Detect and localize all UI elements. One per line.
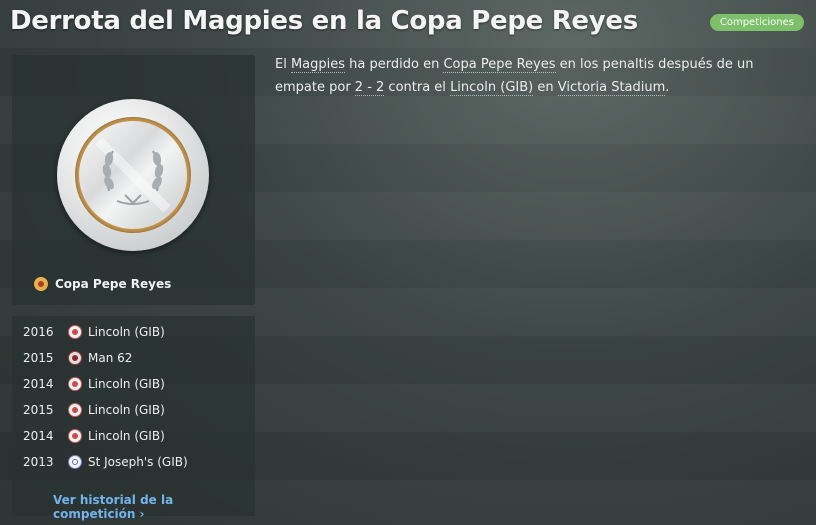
competition-label[interactable]: Copa Pepe Reyes xyxy=(34,277,171,291)
lincoln-crest-icon xyxy=(68,377,82,391)
trophy-icon xyxy=(57,99,209,251)
team-link[interactable]: Magpies xyxy=(290,57,346,73)
story-text: en xyxy=(533,80,558,95)
competition-card: Copa Pepe Reyes xyxy=(12,55,255,305)
history-team[interactable]: Lincoln (GIB) xyxy=(88,429,165,443)
category-badge[interactable]: Competiciones xyxy=(709,14,804,31)
history-link-label: Ver historial de la competición xyxy=(53,493,174,521)
history-year: 2016 xyxy=(23,325,54,339)
history-team[interactable]: Lincoln (GIB) xyxy=(88,403,165,417)
news-body: El Magpies ha perdido en Copa Pepe Reyes… xyxy=(275,53,775,99)
history-year: 2015 xyxy=(23,403,54,417)
history-row[interactable]: 2015 Lincoln (GIB) xyxy=(23,401,165,419)
opponent-link[interactable]: Lincoln (GIB) xyxy=(450,80,534,96)
view-competition-history-link[interactable]: Ver historial de la competición › xyxy=(53,493,255,521)
story-text: El xyxy=(275,57,291,72)
history-year: 2013 xyxy=(23,455,54,469)
history-team[interactable]: Man 62 xyxy=(88,351,132,365)
competition-logo-icon xyxy=(34,277,48,291)
laurel-wreath-icon xyxy=(79,121,187,229)
winners-history: 2016 Lincoln (GIB) 2015 Man 62 2014 Linc… xyxy=(12,316,255,521)
lincoln-crest-icon xyxy=(68,325,82,339)
history-team[interactable]: Lincoln (GIB) xyxy=(88,377,165,391)
story-text: . xyxy=(665,80,670,95)
history-row[interactable]: 2015 Man 62 xyxy=(23,349,132,367)
history-year: 2014 xyxy=(23,429,54,443)
competition-name: Copa Pepe Reyes xyxy=(55,277,172,291)
history-row[interactable]: 2016 Lincoln (GIB) xyxy=(23,323,165,341)
history-team[interactable]: Lincoln (GIB) xyxy=(88,325,165,339)
history-row[interactable]: 2014 Lincoln (GIB) xyxy=(23,375,165,393)
lincoln-crest-icon xyxy=(68,403,82,417)
story-text: ha perdido en xyxy=(345,57,444,72)
history-row[interactable]: 2014 Lincoln (GIB) xyxy=(23,427,165,445)
story-text: contra el xyxy=(384,80,451,95)
history-year: 2015 xyxy=(23,351,54,365)
score-link[interactable]: 2 - 2 xyxy=(354,80,385,96)
lincoln-crest-icon xyxy=(68,429,82,443)
chevron-right-icon: › xyxy=(139,507,145,521)
stadium-link[interactable]: Victoria Stadium xyxy=(557,80,666,96)
history-row[interactable]: 2013 St Joseph's (GIB) xyxy=(23,453,188,471)
man62-crest-icon xyxy=(68,351,82,365)
competition-link[interactable]: Copa Pepe Reyes xyxy=(443,57,556,73)
st-josephs-crest-icon xyxy=(68,455,82,469)
history-team[interactable]: St Joseph's (GIB) xyxy=(88,455,188,469)
trophy-ring xyxy=(75,117,191,233)
history-year: 2014 xyxy=(23,377,54,391)
page-title: Derrota del Magpies en la Copa Pepe Reye… xyxy=(10,6,638,36)
